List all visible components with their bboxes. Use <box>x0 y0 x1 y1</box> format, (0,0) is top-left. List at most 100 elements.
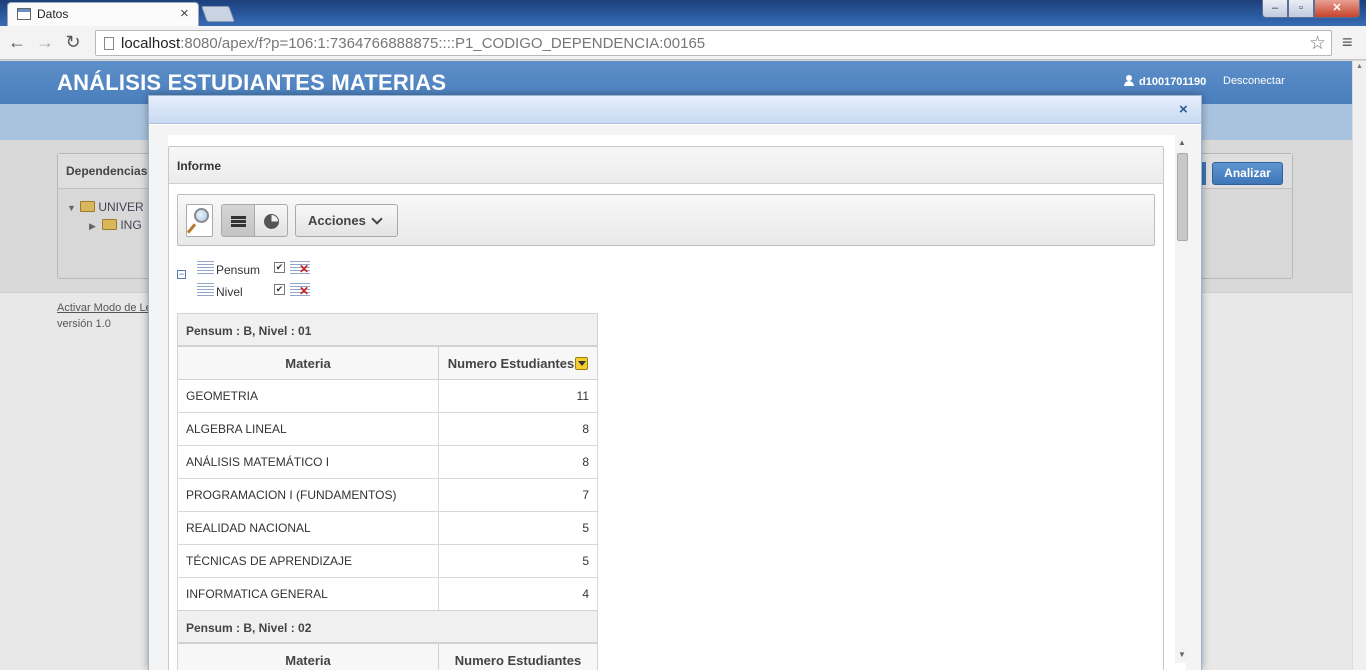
tab-title: Datos <box>37 7 69 21</box>
window-minimize-button[interactable]: – <box>1262 0 1288 18</box>
browser-toolbar: ← → ↻ localhost:8080/apex/f?p=106:1:7364… <box>0 26 1366 60</box>
remove-break-icon[interactable] <box>290 283 310 298</box>
report-table: Materia Numero Estudiantes <box>177 643 598 670</box>
scroll-down-icon[interactable]: ▼ <box>1178 650 1186 659</box>
dialog-body: Informe Acciones − Pensum ✔ ✕ Nivel ✔ ✕ … <box>149 125 1201 670</box>
folder-icon <box>102 219 118 230</box>
cell-materia: ALGEBRA LINEAL <box>177 412 439 446</box>
column-header-materia[interactable]: Materia <box>177 643 439 670</box>
cell-numero: 8 <box>438 445 598 479</box>
column-header-numero[interactable]: Numero Estudiantes <box>438 346 598 380</box>
informe-region: Informe Acciones − Pensum ✔ ✕ Nivel ✔ ✕ … <box>168 146 1164 670</box>
cell-numero: 5 <box>438 511 598 545</box>
table-header-row: Materia Numero Estudiantes <box>177 643 598 670</box>
chart-view-button[interactable] <box>254 204 288 237</box>
control-break-pensum: Pensum ✔ <box>197 260 377 280</box>
remove-break-icon[interactable] <box>290 261 310 276</box>
page-icon <box>17 8 31 20</box>
cell-numero: 5 <box>438 544 598 578</box>
report-view-button[interactable] <box>221 204 255 237</box>
dependencias-title: Dependencias <box>66 164 148 178</box>
break-group-heading: Pensum : B, Nivel : 01 <box>177 313 598 346</box>
url-host: localhost <box>121 35 181 52</box>
column-header-label: Materia <box>285 652 331 668</box>
dialog-titlebar: × <box>149 96 1201 124</box>
control-break-checkbox[interactable]: ✔ <box>274 262 285 273</box>
star-icon[interactable]: ☆ <box>1309 32 1326 55</box>
new-tab-button[interactable] <box>201 6 235 22</box>
actions-menu-button[interactable]: Acciones <box>295 204 398 237</box>
table-row: GEOMETRIA 11 <box>177 379 598 413</box>
chart-view-icon <box>264 214 279 229</box>
column-header-numero[interactable]: Numero Estudiantes <box>438 643 598 670</box>
scroll-thumb[interactable] <box>1177 153 1188 241</box>
address-bar[interactable]: localhost:8080/apex/f?p=106:1:7364766888… <box>95 30 1332 56</box>
table-row: ALGEBRA LINEAL 8 <box>177 412 598 446</box>
collapse-icon[interactable]: − <box>177 270 186 279</box>
url-text: localhost:8080/apex/f?p=106:1:7364766888… <box>121 35 705 52</box>
sort-descending-icon <box>575 356 589 370</box>
window-close-button[interactable]: ✕ <box>1314 0 1360 18</box>
table-row: TÉCNICAS DE APRENDIZAJE 5 <box>177 544 598 578</box>
app-title: ANÁLISIS ESTUDIANTES MATERIAS <box>57 70 447 95</box>
close-icon[interactable]: × <box>1179 101 1188 118</box>
back-button[interactable]: ← <box>6 31 28 53</box>
tree-node-root[interactable]: ▼ UNIVER <box>67 200 144 214</box>
logout-link[interactable]: Desconectar <box>1223 75 1285 87</box>
table-row: ANÁLISIS MATEMÁTICO I8 <box>177 445 598 479</box>
control-break-icon <box>197 261 214 275</box>
reload-button[interactable]: ↻ <box>62 31 84 53</box>
forward-button[interactable]: → <box>34 31 56 53</box>
scroll-up-icon[interactable]: ▲ <box>1178 138 1186 147</box>
cell-numero: 8 <box>438 412 598 446</box>
screen-reader-mode-link[interactable]: Activar Modo de Le <box>57 302 152 314</box>
control-break-checkbox[interactable]: ✔ <box>274 284 285 295</box>
column-header-label: Numero Estudiantes <box>454 652 582 668</box>
user-badge: d1001701190 <box>1124 75 1206 88</box>
chrome-menu-icon[interactable]: ≡ <box>1342 33 1358 51</box>
cell-materia: GEOMETRIA <box>177 379 439 413</box>
analizar-button[interactable]: Analizar <box>1212 162 1283 185</box>
dialog-scrollbar[interactable]: ▲ ▼ <box>1175 135 1189 663</box>
control-break-icon <box>197 283 214 297</box>
window-maximize-button[interactable]: ▫ <box>1288 0 1314 18</box>
browser-titlebar: Datos × – ▫ ✕ <box>0 0 1366 26</box>
table-row: REALIDAD NACIONAL 5 <box>177 511 598 545</box>
version-label: versión 1.0 <box>57 318 111 330</box>
table-row: INFORMATICA GENERAL 4 <box>177 577 598 611</box>
control-break-nivel: Nivel ✔ <box>197 282 377 302</box>
tree-expanded-icon[interactable]: ▼ <box>67 203 77 213</box>
tree-node-label: UNIVER <box>98 200 144 214</box>
dialog-content: Informe Acciones − Pensum ✔ ✕ Nivel ✔ ✕ … <box>168 135 1186 670</box>
break-group-heading: Pensum : B, Nivel : 02 <box>177 610 598 643</box>
tree-collapsed-icon[interactable]: ▶ <box>89 221 99 232</box>
cell-numero: 11 <box>438 379 598 413</box>
informe-header: Informe <box>169 147 1163 184</box>
page-scrollbar[interactable] <box>1352 61 1366 670</box>
actions-label: Acciones <box>308 213 366 228</box>
tree-node-label: ING <box>120 218 142 232</box>
browser-tab[interactable]: Datos × <box>7 2 199 26</box>
user-name: d1001701190 <box>1139 76 1207 88</box>
cell-materia: ANÁLISIS MATEMÁTICO I <box>177 445 439 479</box>
report-table: Materia Numero Estudiantes GEOMETRIA 11 A… <box>177 346 598 611</box>
table-row: PROGRAMACION I (FUNDAMENTOS) 7 <box>177 478 598 512</box>
cell-materia: INFORMATICA GENERAL <box>177 577 439 611</box>
control-break-label: Nivel <box>216 285 243 299</box>
report-dialog: × Informe Acciones − Pensum ✔ ✕ Nivel ✔ … <box>148 95 1202 670</box>
column-header-label: Numero Estudiantes <box>447 355 575 371</box>
search-icon-handle <box>186 223 197 234</box>
cell-materia: REALIDAD NACIONAL <box>177 511 439 545</box>
user-icon <box>1124 75 1134 86</box>
tree-node-child[interactable]: ▶ ING <box>89 218 142 232</box>
column-header-label: Materia <box>285 355 331 371</box>
report-search-bar: Acciones <box>177 194 1155 246</box>
chevron-down-icon <box>371 213 383 225</box>
button-edge <box>1202 162 1206 185</box>
control-break-panel: − Pensum ✔ Nivel ✔ <box>177 260 377 302</box>
tab-close-icon[interactable]: × <box>180 5 189 22</box>
column-header-materia[interactable]: Materia <box>177 346 439 380</box>
search-button[interactable] <box>186 204 213 237</box>
informe-title: Informe <box>177 159 222 173</box>
search-icon <box>194 208 209 223</box>
